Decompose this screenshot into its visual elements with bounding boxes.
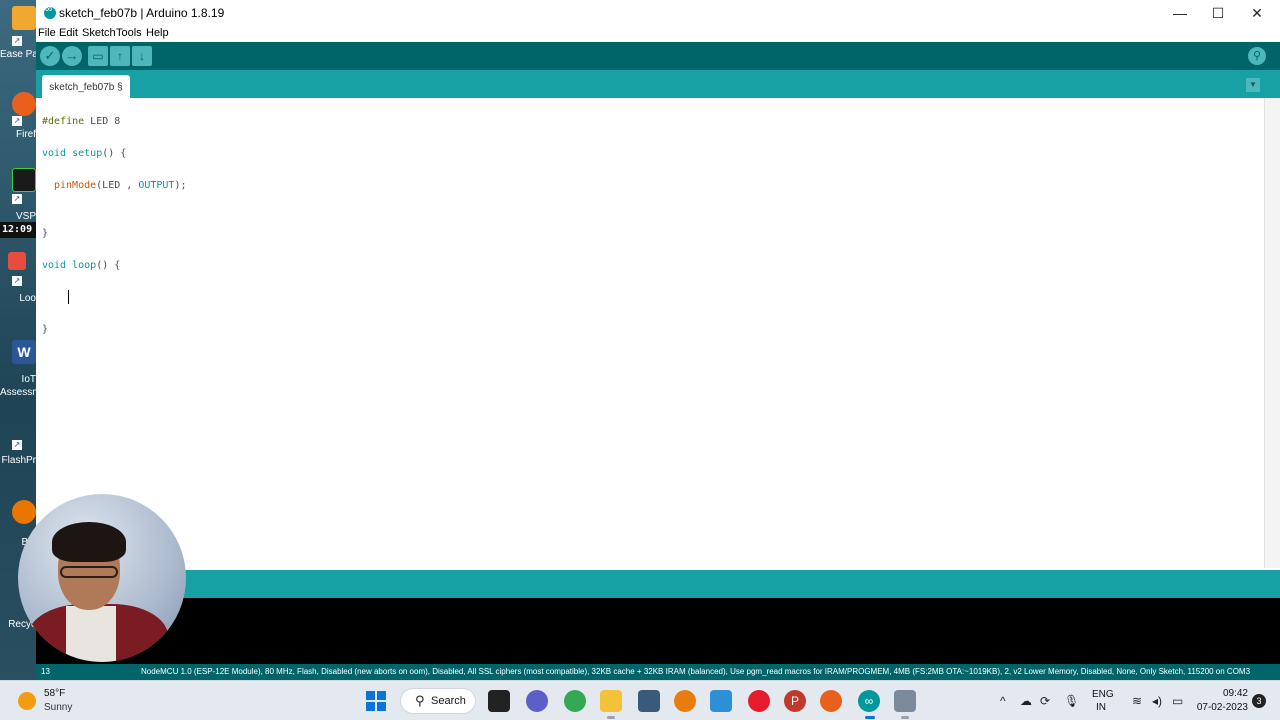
app-p-icon[interactable]: P bbox=[784, 690, 806, 712]
code-token: () { bbox=[102, 148, 127, 159]
new-sketch-button[interactable]: ▭ bbox=[88, 46, 108, 66]
menu-bar: File Edit Sketch Tools Help bbox=[36, 26, 1280, 42]
window-title: sketch_feb07b | Arduino 1.8.19 bbox=[59, 6, 225, 20]
serial-monitor-button[interactable]: ⚲ bbox=[1248, 47, 1266, 65]
weather-temperature[interactable]: 58°F bbox=[44, 688, 65, 699]
webcam-hair bbox=[52, 522, 126, 562]
board-info: NodeMCU 1.0 (ESP-12E Module), 80 MHz, Fl… bbox=[141, 667, 1251, 676]
microphone-icon[interactable]: 🎙 bbox=[1064, 694, 1079, 708]
tab-sketch[interactable]: sketch_feb07b § bbox=[42, 75, 130, 98]
blender-icon bbox=[12, 500, 36, 524]
desktop-icon-label: IoT Assessm bbox=[0, 374, 36, 398]
app-icon[interactable] bbox=[894, 690, 916, 712]
desktop-icon-label: Firef bbox=[16, 129, 36, 140]
running-indicator bbox=[607, 716, 615, 719]
language-indicator[interactable]: ENG bbox=[1092, 689, 1114, 700]
vsp-icon bbox=[12, 168, 36, 192]
chat-icon[interactable] bbox=[526, 690, 548, 712]
maximize-button[interactable]: ☐ bbox=[1198, 0, 1238, 26]
onedrive-icon[interactable]: ☁ bbox=[1020, 694, 1032, 708]
chevron-up-icon[interactable]: ^ bbox=[1000, 694, 1006, 708]
tab-menu-button[interactable]: ▼ bbox=[1246, 78, 1260, 92]
message-area bbox=[36, 570, 1280, 598]
active-indicator bbox=[865, 716, 875, 719]
close-button[interactable]: ✕ bbox=[1237, 0, 1277, 26]
code-line: } bbox=[42, 324, 49, 335]
toolbar: ✓ → ▭ ↑ ↓ ⚲ bbox=[36, 42, 1280, 70]
code-token: () { bbox=[96, 260, 121, 271]
open-sketch-button[interactable]: ↑ bbox=[110, 46, 130, 66]
battery-icon[interactable]: ▭ bbox=[1172, 694, 1183, 708]
line-number: 13 bbox=[41, 667, 50, 676]
arduino-ide-window: sketch_feb07b | Arduino 1.8.19 — ☐ ✕ Fil… bbox=[36, 0, 1280, 680]
running-indicator bbox=[901, 716, 909, 719]
editor-scrollbar[interactable] bbox=[1264, 98, 1280, 568]
keyword-token: void bbox=[42, 260, 67, 271]
tab-bar: sketch_feb07b § ▼ bbox=[36, 70, 1280, 98]
clock-time[interactable]: 09:42 bbox=[1208, 688, 1248, 699]
code-token: (LED , bbox=[96, 180, 139, 191]
blender-taskbar-icon[interactable] bbox=[674, 690, 696, 712]
system-tray: ^ ☁ ⟳ 🎙 ENG IN ≋ ◂) ▭ 09:42 07-02-2023 3 bbox=[1000, 681, 1280, 720]
upload-button[interactable]: → bbox=[62, 46, 82, 66]
desktop-icon-label: Loo bbox=[19, 293, 36, 304]
keyword-token: void bbox=[42, 148, 67, 159]
directive-token: #define bbox=[42, 116, 85, 127]
loom-icon bbox=[8, 252, 26, 270]
status-bar: 13 NodeMCU 1.0 (ESP-12E Module), 80 MHz,… bbox=[36, 664, 1280, 680]
chrome-icon[interactable] bbox=[564, 690, 586, 712]
title-bar: sketch_feb07b | Arduino 1.8.19 — ☐ ✕ bbox=[36, 0, 1280, 26]
code-line: void setup() { bbox=[42, 148, 126, 159]
function-token: pinMode bbox=[54, 180, 97, 191]
opera-icon[interactable] bbox=[748, 690, 770, 712]
arduino-taskbar-icon[interactable]: ∞ bbox=[858, 690, 880, 712]
arduino-logo-icon bbox=[44, 4, 56, 19]
task-view-icon[interactable] bbox=[488, 690, 510, 712]
menu-file[interactable]: File bbox=[38, 27, 56, 39]
code-line: void loop() { bbox=[42, 260, 120, 271]
menu-edit[interactable]: Edit bbox=[59, 27, 78, 39]
verify-button[interactable]: ✓ bbox=[40, 46, 60, 66]
menu-tools[interactable]: Tools bbox=[116, 27, 142, 39]
webcam-shirt bbox=[66, 606, 116, 662]
menu-help[interactable]: Help bbox=[146, 27, 169, 39]
sync-icon[interactable]: ⟳ bbox=[1040, 694, 1050, 708]
file-explorer-icon[interactable] bbox=[600, 690, 622, 712]
easeus-partition-icon bbox=[12, 6, 36, 30]
sun-icon[interactable] bbox=[18, 692, 36, 710]
notification-badge[interactable]: 3 bbox=[1252, 694, 1266, 708]
weather-description[interactable]: Sunny bbox=[44, 702, 72, 713]
text-cursor bbox=[68, 290, 69, 304]
code-line: pinMode(LED , OUTPUT); bbox=[54, 180, 186, 191]
taskbar: 58°F Sunny Search P ∞ ^ ☁ ⟳ 🎙 ENG IN ≋ ◂… bbox=[0, 680, 1280, 720]
webcam-glasses bbox=[60, 566, 118, 578]
keyboard-layout[interactable]: IN bbox=[1096, 702, 1106, 713]
desktop-icon-label: Ease Parti bbox=[0, 49, 36, 60]
volume-icon[interactable]: ◂) bbox=[1152, 694, 1162, 708]
function-token: setup bbox=[66, 148, 103, 159]
desktop-icon-label: FlashPr bbox=[1, 455, 36, 466]
firefox-icon bbox=[12, 92, 36, 116]
code-editor[interactable]: #define LED 8 void setup() { pinMode(LED… bbox=[36, 98, 1264, 568]
taskbar-search[interactable]: Search bbox=[400, 688, 476, 714]
recording-timer: 12:09 bbox=[0, 222, 36, 238]
code-line: } bbox=[42, 228, 49, 239]
snipping-tool-icon[interactable] bbox=[710, 690, 732, 712]
function-token: loop bbox=[66, 260, 97, 271]
output-console bbox=[36, 598, 1280, 664]
code-token: LED 8 bbox=[84, 116, 121, 127]
code-line: #define LED 8 bbox=[42, 116, 120, 127]
firefox-taskbar-icon[interactable] bbox=[820, 690, 842, 712]
menu-sketch[interactable]: Sketch bbox=[82, 27, 116, 39]
constant-token: OUTPUT bbox=[138, 180, 175, 191]
save-sketch-button[interactable]: ↓ bbox=[132, 46, 152, 66]
clock-date[interactable]: 07-02-2023 bbox=[1192, 702, 1248, 713]
app-icon[interactable] bbox=[638, 690, 660, 712]
code-token: ); bbox=[174, 180, 187, 191]
minimize-button[interactable]: — bbox=[1160, 0, 1200, 26]
word-doc-icon: W bbox=[12, 340, 36, 364]
wifi-icon[interactable]: ≋ bbox=[1132, 694, 1142, 708]
windows-start-icon[interactable] bbox=[366, 691, 386, 711]
webcam-overlay bbox=[18, 494, 186, 662]
